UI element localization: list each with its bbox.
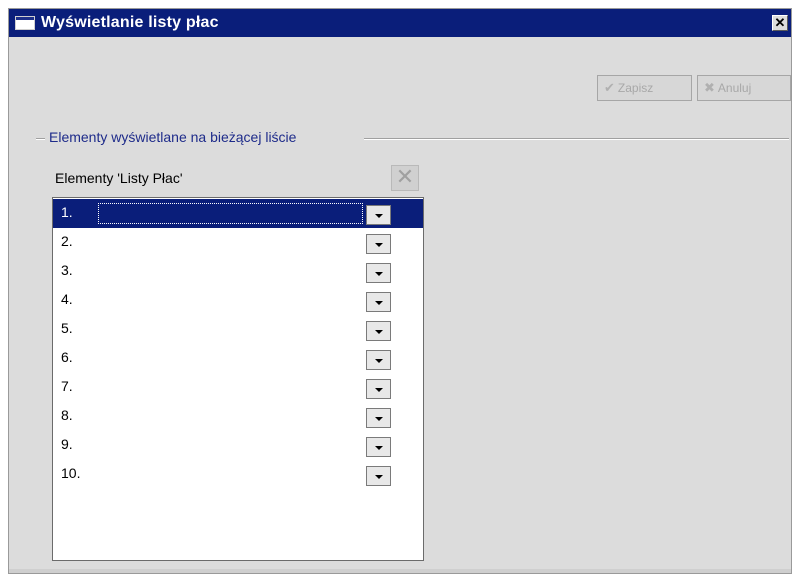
list-row[interactable]: 4. <box>53 286 423 315</box>
x-icon: ✖ <box>704 80 715 95</box>
row-number: 7. <box>61 378 73 394</box>
elements-list[interactable]: 1. 2. 3. 4. 5. 6. 7. 8. 9. 10. <box>52 197 424 561</box>
cancel-label: Anuluj <box>717 81 752 95</box>
chevron-down-icon[interactable] <box>366 263 391 283</box>
group-title: Elementy wyświetlane na bieżącej liście <box>49 129 297 145</box>
window-title: Wyświetlanie listy płac <box>41 14 219 31</box>
cancel-button[interactable]: ✖ Anuluj <box>697 75 791 101</box>
element-select[interactable] <box>99 405 405 427</box>
list-row[interactable]: 7. <box>53 373 423 402</box>
list-row[interactable]: 6. <box>53 344 423 373</box>
list-row[interactable]: 8. <box>53 402 423 431</box>
element-select[interactable] <box>99 289 405 311</box>
chevron-down-icon[interactable] <box>366 205 391 225</box>
row-number: 9. <box>61 436 73 452</box>
close-button[interactable]: ✕ <box>772 15 788 31</box>
row-number: 4. <box>61 291 73 307</box>
chevron-down-icon[interactable] <box>366 466 391 486</box>
check-icon: ✔ <box>604 80 615 95</box>
element-select[interactable] <box>99 434 405 456</box>
dialog-window: Wyświetlanie listy płac ✕ ✔ Zapisz ✖ Anulu… <box>8 8 792 574</box>
save-button[interactable]: ✔ Zapisz <box>597 75 692 101</box>
group-divider-left <box>36 138 45 140</box>
element-select[interactable] <box>99 463 405 485</box>
list-row[interactable]: 9. <box>53 431 423 460</box>
row-number: 10. <box>61 465 81 481</box>
title-bar[interactable]: Wyświetlanie listy płac ✕ <box>9 9 791 37</box>
window-icon <box>15 16 35 30</box>
element-select[interactable] <box>99 318 405 340</box>
chevron-down-icon[interactable] <box>366 408 391 428</box>
chevron-down-icon[interactable] <box>366 350 391 370</box>
element-select[interactable] <box>99 376 405 398</box>
save-label: Zapisz <box>617 81 654 95</box>
list-row[interactable]: 1. <box>53 199 423 228</box>
row-number: 8. <box>61 407 73 423</box>
chevron-down-icon[interactable] <box>366 321 391 341</box>
group-divider <box>364 138 789 140</box>
list-row[interactable]: 10. <box>53 460 423 489</box>
window-bottom-edge <box>9 569 791 573</box>
chevron-down-icon[interactable] <box>366 379 391 399</box>
chevron-down-icon[interactable] <box>366 234 391 254</box>
list-caption: Elementy 'Listy Płac' <box>55 170 183 186</box>
list-row[interactable]: 3. <box>53 257 423 286</box>
element-select[interactable] <box>99 260 405 282</box>
element-select[interactable] <box>98 203 363 224</box>
element-select[interactable] <box>99 347 405 369</box>
row-number: 5. <box>61 320 73 336</box>
chevron-down-icon[interactable] <box>366 292 391 312</box>
clear-x-icon: ✕ <box>395 164 415 189</box>
row-number: 6. <box>61 349 73 365</box>
row-number: 1. <box>61 204 73 220</box>
row-number: 3. <box>61 262 73 278</box>
chevron-down-icon[interactable] <box>366 437 391 457</box>
element-select[interactable] <box>99 231 405 253</box>
list-row[interactable]: 5. <box>53 315 423 344</box>
list-row[interactable]: 2. <box>53 228 423 257</box>
clear-button[interactable]: ✕ <box>391 165 419 191</box>
row-number: 2. <box>61 233 73 249</box>
